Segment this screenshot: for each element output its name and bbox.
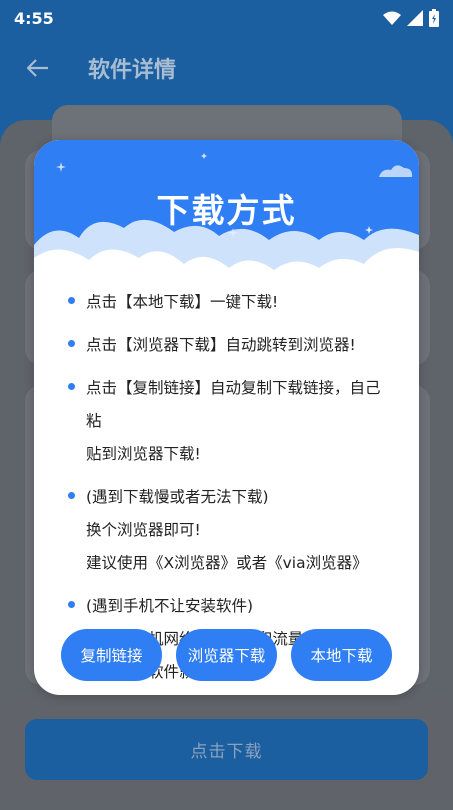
dialog-title: 下载方式 (156, 191, 297, 230)
list-item: 点击【复制链接】自动复制下载链接，自己粘 贴到浏览器下载! (64, 372, 394, 471)
battery-icon (429, 9, 439, 27)
list-item: 点击【浏览器下载】自动跳转到浏览器! (64, 329, 394, 362)
tip-text: 点击【本地下载】一键下载! (86, 293, 279, 311)
download-button[interactable]: 点击下载 (25, 719, 428, 780)
arrow-left-icon (27, 59, 48, 77)
status-time: 4:55 (14, 8, 54, 28)
local-download-button[interactable]: 本地下载 (291, 629, 392, 681)
tip-text: (遇到手机不让安装软件) (86, 597, 254, 615)
list-item: (遇到下载慢或者无法下载) 换个浏览器即可! 建议使用《X浏览器》或者《via浏… (64, 481, 394, 580)
tip-text: (遇到下载慢或者无法下载) (86, 488, 269, 506)
status-bar: 4:55 (0, 0, 453, 36)
tip-text: 点击【复制链接】自动复制下载链接，自己粘 (86, 379, 381, 430)
tip-text: 贴到浏览器下载! (86, 445, 201, 463)
status-icons (383, 9, 439, 27)
list-item: 点击【本地下载】一键下载! (64, 286, 394, 319)
dialog-actions: 复制链接 浏览器下载 本地下载 (34, 629, 419, 681)
wifi-icon (383, 11, 401, 25)
page-title: 软件详情 (88, 58, 177, 83)
back-button[interactable] (18, 48, 58, 88)
copy-link-button[interactable]: 复制链接 (61, 629, 162, 681)
tip-text: 点击【浏览器下载】自动跳转到浏览器! (86, 336, 356, 354)
tip-text: 换个浏览器即可! (86, 521, 201, 539)
dialog-header: 下载方式 (34, 140, 419, 290)
browser-download-button[interactable]: 浏览器下载 (176, 629, 277, 681)
app-bar: 软件详情 (0, 36, 453, 100)
signal-icon (407, 10, 423, 26)
tip-text: 建议使用《X浏览器》或者《via浏览器》 (86, 554, 368, 572)
download-method-dialog: 下载方式 点击【本地下载】一键下载! 点击【浏览器下载】自动跳转到浏览器! 点击… (34, 140, 419, 695)
